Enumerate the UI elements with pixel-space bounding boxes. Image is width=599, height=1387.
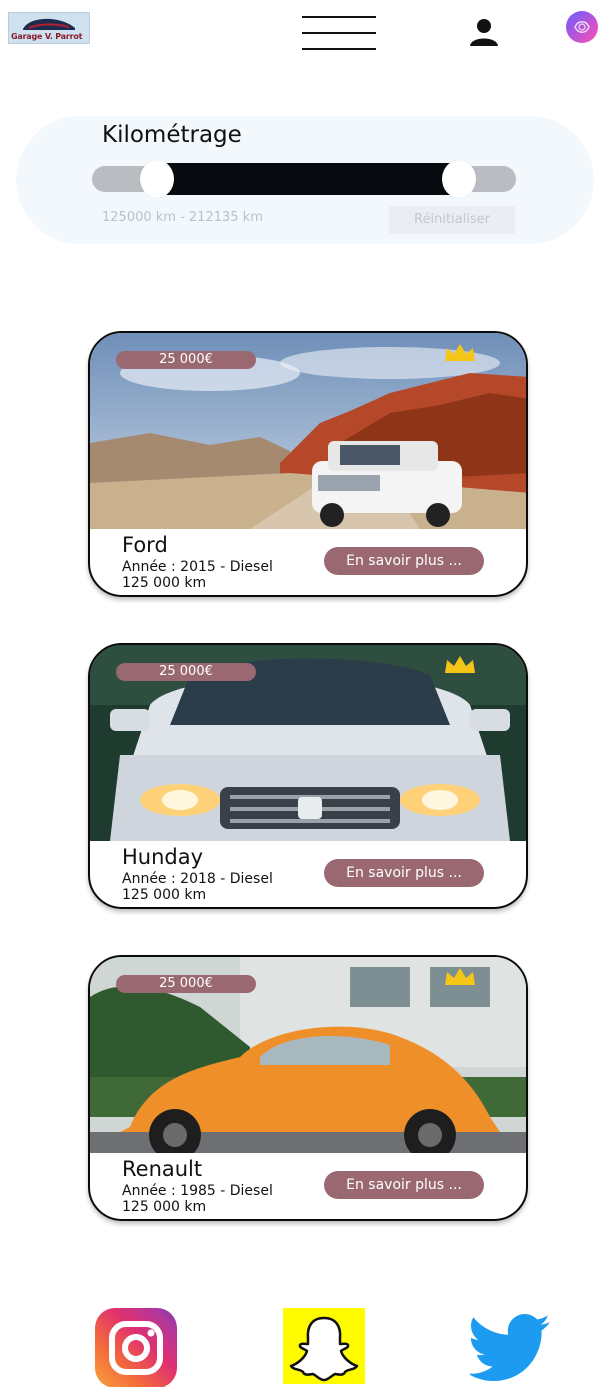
mileage-range-text: 125000 km - 212135 km (102, 210, 263, 225)
user-icon (470, 19, 498, 46)
car-year-fuel: Année : 2015 - Diesel (122, 559, 273, 575)
car-card: 25 000€ Hunday Année : 2018 - Diesel 125… (88, 643, 528, 909)
user-button[interactable] (466, 17, 502, 47)
car-card: 25 000€ Ford Année : 2015 - Diesel 125 0… (88, 331, 528, 597)
avatar[interactable] (566, 11, 598, 43)
avatar-icon (574, 21, 590, 33)
crown-icon[interactable] (442, 965, 478, 989)
car-year-fuel: Année : 2018 - Diesel (122, 871, 273, 887)
crown-icon[interactable] (442, 341, 478, 365)
car-year-fuel: Année : 1985 - Diesel (122, 1183, 273, 1199)
price-badge: 25 000€ (116, 663, 256, 681)
price-badge: 25 000€ (116, 975, 256, 993)
car-details: Année : 1985 - Diesel 125 000 km (122, 1183, 273, 1215)
crown-icon[interactable] (442, 653, 478, 677)
more-info-button[interactable]: En savoir plus ... (324, 859, 484, 887)
snapchat-icon (289, 1316, 359, 1382)
car-name: Ford (122, 533, 168, 557)
snapchat-link[interactable] (283, 1308, 365, 1384)
filter-title: Kilométrage (102, 122, 242, 148)
garage-logo[interactable]: Garage V. Parrot (8, 12, 90, 44)
car-name: Renault (122, 1157, 203, 1181)
more-info-button[interactable]: En savoir plus ... (324, 1171, 484, 1199)
hamburger-icon (302, 16, 376, 18)
car-mileage: 125 000 km (122, 887, 207, 903)
car-details: Année : 2015 - Diesel 125 000 km (122, 559, 273, 591)
car-mileage: 125 000 km (122, 1199, 207, 1215)
twitter-link[interactable] (467, 1308, 552, 1387)
slider-min-handle[interactable] (140, 160, 174, 198)
logo-text: Garage V. Parrot (11, 32, 83, 41)
mileage-slider-range (152, 163, 470, 195)
more-info-button[interactable]: En savoir plus ... (324, 547, 484, 575)
instagram-icon (109, 1321, 163, 1375)
car-name: Hunday (122, 845, 204, 869)
slider-max-handle[interactable] (442, 160, 476, 198)
twitter-icon (467, 1314, 550, 1381)
car-mileage: 125 000 km (122, 575, 207, 591)
price-badge: 25 000€ (116, 351, 256, 369)
reset-button[interactable]: Réinitialiser (389, 206, 515, 234)
car-card: 25 000€ Renault Année : 1985 - Diesel 12… (88, 955, 528, 1221)
mileage-filter: Kilométrage 125000 km - 212135 km Réinit… (16, 116, 594, 244)
car-details: Année : 2018 - Diesel 125 000 km (122, 871, 273, 903)
instagram-link[interactable] (95, 1308, 177, 1387)
car-logo-icon (23, 18, 75, 30)
menu-button[interactable] (302, 16, 376, 52)
